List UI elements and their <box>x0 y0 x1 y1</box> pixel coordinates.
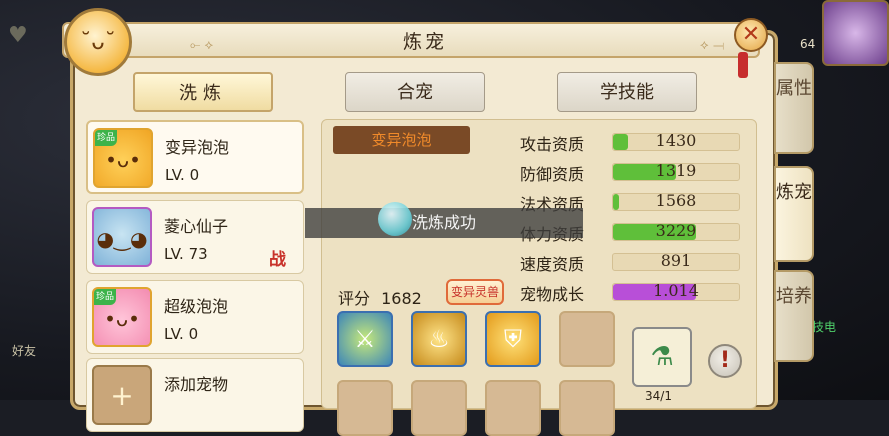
skill-slot-empty[interactable] <box>559 380 615 436</box>
skill-slot-empty[interactable] <box>485 380 541 436</box>
success-toast: 洗炼成功 <box>305 208 583 238</box>
stat-value: 1319 <box>655 161 697 180</box>
background-right-text: 技电 <box>812 320 837 334</box>
rare-badge: 珍品 <box>95 130 117 146</box>
skill-slot-empty[interactable] <box>559 311 615 367</box>
stat-value: 1430 <box>655 131 697 150</box>
stat-label: 宠物成长 <box>520 285 585 304</box>
skill-slot-empty[interactable] <box>337 380 393 436</box>
add-icon: + <box>92 365 152 425</box>
side-tab-refine[interactable]: 炼宠 <box>774 166 814 262</box>
add-pet-label: 添加宠物 <box>164 375 229 394</box>
mutant-beast-badge: 变异灵兽 <box>446 279 504 305</box>
tab-learn-skill[interactable]: 学技能 <box>557 72 697 112</box>
pet-level: LV. 73 <box>164 245 208 263</box>
score-display: 评分 1682 <box>338 285 422 309</box>
score-label: 评分 <box>338 289 371 308</box>
tab-merge[interactable]: 合宠 <box>345 72 485 112</box>
title-ornament-right: ⟡ ⟞ <box>700 38 725 53</box>
heart-icon[interactable]: ♥ <box>8 24 32 48</box>
side-tab-attributes[interactable]: 属性 <box>774 62 814 154</box>
stat-value: 1568 <box>655 191 697 210</box>
pet-pink-bubble-icon: 珍品 •ᴗ• <box>92 287 152 347</box>
add-pet-item[interactable]: + 添加宠物 <box>86 358 304 432</box>
stat-value: 1.014 <box>653 281 699 300</box>
battle-status-badge: 战 <box>269 250 286 270</box>
pet-name: 变异泡泡 <box>165 138 230 157</box>
friends-label[interactable]: 好友 <box>12 342 36 359</box>
skill-slot-empty[interactable] <box>411 380 467 436</box>
tab-wash[interactable]: 洗炼 <box>133 72 273 112</box>
skill-slot-sword-icon[interactable]: ⚔ <box>337 311 393 367</box>
help-icon[interactable]: ! <box>708 344 742 378</box>
side-tab-train[interactable]: 培养 <box>774 270 814 362</box>
score-value: 1682 <box>381 289 422 308</box>
pet-fairy-icon: ◕‿◕ <box>92 207 152 267</box>
pet-list-item[interactable]: 珍品 •ᴗ• 超级泡泡 LV. 0 <box>86 280 304 354</box>
stat-label: 速度资质 <box>520 255 585 274</box>
stat-label: 攻击资质 <box>520 135 585 154</box>
pet-face-icon: •ᴗ• <box>104 307 140 331</box>
orb-icon <box>378 202 412 236</box>
pet-level: LV. 0 <box>164 325 199 343</box>
pet-type-tag: 变异泡泡 <box>333 126 470 154</box>
page-title: 炼宠 <box>402 31 447 53</box>
rare-badge: 珍品 <box>94 289 116 305</box>
pet-face-icon: ◕‿◕ <box>96 227 148 251</box>
pet-name: 菱心仙子 <box>164 217 229 236</box>
background-counter: 64 <box>800 37 816 51</box>
player-avatar[interactable] <box>822 0 889 66</box>
pet-list-item[interactable]: ◕‿◕ 菱心仙子 LV. 73 战 <box>86 200 304 274</box>
stat-value: 891 <box>660 251 692 270</box>
stat-value: 3229 <box>655 221 697 240</box>
ribbon-decoration <box>738 52 748 78</box>
stat-label: 防御资质 <box>520 165 585 184</box>
skill-slot-lamp-icon[interactable]: ♨ <box>411 311 467 367</box>
pet-level: LV. 0 <box>165 166 200 184</box>
pet-face-icon: •ᴗ• <box>105 148 141 172</box>
skill-slot-shield-icon[interactable]: ⛨ <box>485 311 541 367</box>
pet-name: 超级泡泡 <box>164 297 229 316</box>
potion-item-icon[interactable]: ⚗ <box>632 327 692 387</box>
item-count: 34/1 <box>645 389 672 403</box>
close-button[interactable]: ✕ <box>734 18 768 52</box>
title-ornament-left: ⟜ ⟡ <box>190 38 214 53</box>
mascot-avatar-icon: ˘ᴗ˘ <box>64 8 132 76</box>
pet-bubble-icon: 珍品 •ᴗ• <box>93 128 153 188</box>
pet-list-item[interactable]: 珍品 •ᴗ• 变异泡泡 LV. 0 <box>86 120 304 194</box>
